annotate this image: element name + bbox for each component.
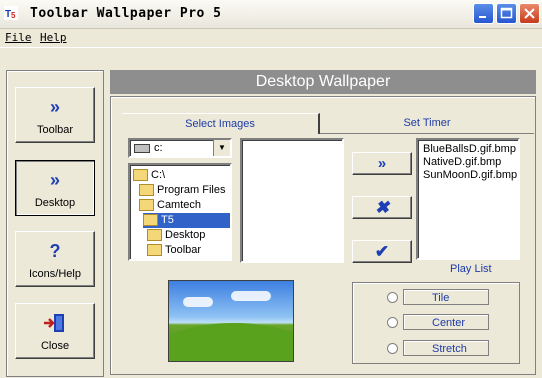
- tree-item[interactable]: Camtech: [139, 198, 201, 213]
- tree-item[interactable]: C:\: [133, 168, 165, 183]
- folder-open-icon: [139, 199, 154, 212]
- playlist[interactable]: BlueBallsD.gif.bmp NativeD.gif.bmp SunMo…: [416, 138, 520, 260]
- tree-item-label: Toolbar: [165, 244, 202, 256]
- radio-button[interactable]: [387, 343, 398, 354]
- svg-text:5: 5: [11, 11, 16, 20]
- double-chevron-icon: »: [49, 97, 60, 117]
- radio-tile-label: Tile: [403, 289, 489, 305]
- close-window-button[interactable]: [519, 3, 540, 24]
- drive-value: c:: [154, 142, 163, 154]
- remove-from-playlist-button[interactable]: ✖: [352, 196, 412, 219]
- page-title: Desktop Wallpaper: [110, 70, 536, 94]
- radio-stretch[interactable]: Stretch: [363, 340, 491, 358]
- tree-item-label: Program Files: [157, 184, 226, 196]
- add-to-playlist-button[interactable]: »: [352, 152, 412, 175]
- folder-open-icon: [143, 214, 158, 227]
- folder-tree[interactable]: C:\ Program Files Camtech T5 Desktop Too…: [128, 163, 232, 261]
- tree-item-label: T5: [161, 214, 174, 226]
- question-icon: ?: [49, 241, 61, 261]
- minimize-button[interactable]: [473, 3, 494, 24]
- desktop-nav-button[interactable]: » Desktop: [15, 160, 95, 216]
- maximize-button[interactable]: [496, 3, 517, 24]
- menu-help-label: Help: [40, 31, 67, 44]
- tree-item[interactable]: Desktop: [147, 228, 205, 243]
- app-icon: T 5: [4, 6, 18, 20]
- placement-options: Tile Center Stretch: [352, 282, 520, 364]
- tree-item-selected[interactable]: T5: [143, 213, 230, 228]
- tab-select-images[interactable]: Select Images: [122, 113, 320, 134]
- close-nav-button[interactable]: Close: [15, 303, 95, 359]
- playlist-item[interactable]: BlueBallsD.gif.bmp: [423, 143, 516, 156]
- folder-open-icon: [139, 184, 154, 197]
- double-chevron-icon: »: [377, 155, 387, 172]
- drive-select[interactable]: c: ▼: [128, 138, 232, 158]
- close-icon: [524, 8, 535, 19]
- drive-icon: [134, 144, 150, 153]
- minimize-icon: [479, 16, 486, 18]
- navigation-panel: » Toolbar » Desktop ? Icons/Help Close: [6, 70, 104, 377]
- folder-icon: [147, 229, 162, 242]
- tree-item-label: C:\: [151, 169, 166, 181]
- double-chevron-icon: »: [49, 170, 60, 190]
- radio-tile[interactable]: Tile: [363, 289, 491, 307]
- menu-help[interactable]: Help: [40, 31, 67, 44]
- toolbar-nav-button[interactable]: » Toolbar: [15, 87, 95, 143]
- checkmark-icon: ✔: [374, 242, 390, 261]
- folder-open-icon: [133, 169, 148, 182]
- radio-button[interactable]: [387, 317, 398, 328]
- title-bar[interactable]: T 5 Toolbar Wallpaper Pro 5: [0, 0, 542, 29]
- remove-icon: ✖: [374, 198, 390, 217]
- chevron-down-icon[interactable]: ▼: [213, 140, 230, 156]
- menu-file-label: File: [5, 31, 32, 44]
- radio-stretch-label: Stretch: [403, 340, 489, 356]
- playlist-item[interactable]: NativeD.gif.bmp: [423, 156, 501, 169]
- tree-item-label: Desktop: [165, 229, 206, 241]
- window-title: Toolbar Wallpaper Pro 5: [30, 6, 222, 21]
- radio-center[interactable]: Center: [363, 314, 491, 332]
- radio-button[interactable]: [387, 292, 398, 303]
- exit-door-icon: [44, 314, 64, 332]
- wallpaper-preview: [168, 280, 294, 362]
- apply-wallpaper-button[interactable]: ✔: [352, 240, 412, 263]
- playlist-item[interactable]: SunMoonD.gif.bmp: [423, 169, 517, 182]
- radio-center-label: Center: [403, 314, 489, 330]
- image-file-list[interactable]: [240, 138, 344, 263]
- menu-file[interactable]: File: [5, 31, 32, 44]
- close-nav-label: Close: [40, 340, 70, 352]
- playlist-label: Play List: [450, 263, 492, 275]
- toolbar-nav-label: Toolbar: [36, 124, 74, 136]
- menu-bar: File Help: [0, 29, 542, 48]
- icons-help-nav-button[interactable]: ? Icons/Help: [15, 231, 95, 287]
- tree-item-label: Camtech: [157, 199, 202, 211]
- folder-icon: [147, 244, 162, 257]
- desktop-nav-label: Desktop: [34, 197, 76, 209]
- icons-help-nav-label: Icons/Help: [29, 268, 81, 280]
- tree-item[interactable]: Toolbar: [147, 243, 201, 258]
- tab-set-timer[interactable]: Set Timer: [320, 113, 534, 134]
- maximize-icon: [500, 7, 513, 19]
- tree-item[interactable]: Program Files: [139, 183, 225, 198]
